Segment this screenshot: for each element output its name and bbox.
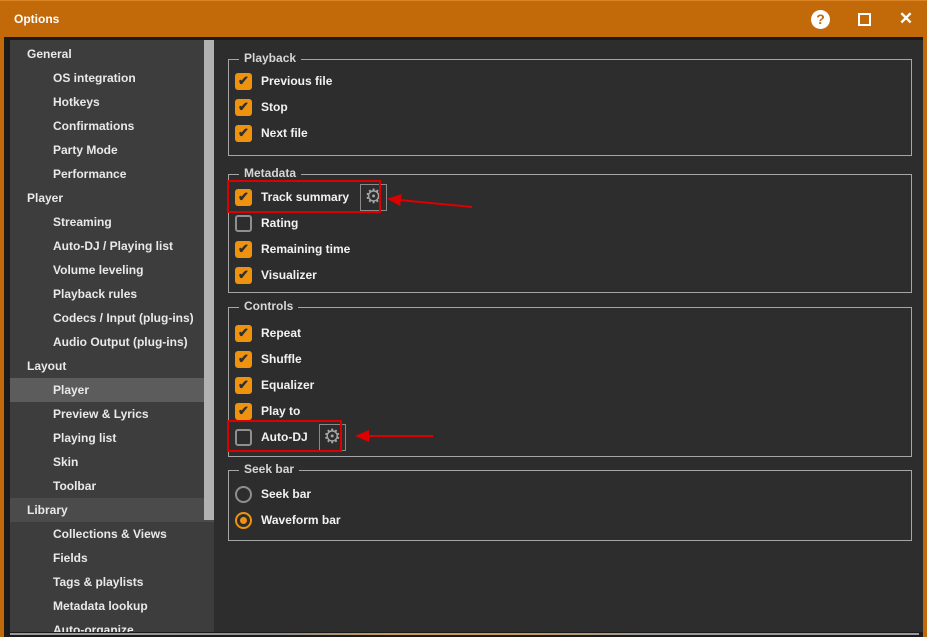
- label-auto-dj: Auto-DJ: [261, 430, 308, 444]
- sidebar-item-volume-leveling[interactable]: Volume leveling: [10, 258, 214, 282]
- sidebar-item-confirmations[interactable]: Confirmations: [10, 114, 214, 138]
- label-next-file: Next file: [261, 126, 308, 140]
- sidebar-item-tags-playlists[interactable]: Tags & playlists: [10, 570, 214, 594]
- sidebar-item-player-section[interactable]: Player: [10, 186, 214, 210]
- sidebar-item-hotkeys[interactable]: Hotkeys: [10, 90, 214, 114]
- help-icon: ?: [816, 11, 825, 27]
- window-border-left: [0, 0, 4, 637]
- sidebar-item-os-integration[interactable]: OS integration: [10, 66, 214, 90]
- row-rating: Rating: [229, 210, 911, 236]
- checkbox-auto-dj[interactable]: [235, 429, 252, 446]
- help-button[interactable]: ?: [811, 10, 830, 29]
- group-playback: Playback Previous file Stop Next file: [228, 59, 912, 156]
- row-seek-bar: Seek bar: [229, 481, 911, 507]
- label-stop: Stop: [261, 100, 288, 114]
- maximize-icon: [858, 13, 871, 26]
- checkbox-visualizer[interactable]: [235, 267, 252, 284]
- group-seek-bar-title: Seek bar: [239, 462, 299, 476]
- checkbox-equalizer[interactable]: [235, 377, 252, 394]
- sidebar-item-playback-rules[interactable]: Playback rules: [10, 282, 214, 306]
- checkbox-previous-file[interactable]: [235, 73, 252, 90]
- row-track-summary: Track summary ⚙: [229, 184, 911, 210]
- window-title: Options: [14, 12, 59, 26]
- sidebar-item-autodj-playing-list[interactable]: Auto-DJ / Playing list: [10, 234, 214, 258]
- sidebar-item-collections-views[interactable]: Collections & Views: [10, 522, 214, 546]
- sidebar-item-audio-output[interactable]: Audio Output (plug-ins): [10, 330, 214, 354]
- sidebar-item-library-section[interactable]: Library: [10, 498, 214, 522]
- sidebar-item-party-mode[interactable]: Party Mode: [10, 138, 214, 162]
- window-border-right: [923, 0, 927, 637]
- gear-icon: ⚙: [365, 187, 383, 207]
- label-track-summary: Track summary: [261, 190, 349, 204]
- row-equalizer: Equalizer: [229, 372, 911, 398]
- titlebar-buttons: ? ✕: [811, 10, 914, 29]
- settings-panel: Playback Previous file Stop Next file Me…: [214, 40, 923, 632]
- label-waveform-bar: Waveform bar: [261, 513, 341, 527]
- label-seek-bar: Seek bar: [261, 487, 311, 501]
- gear-icon: ⚙: [323, 427, 341, 447]
- row-visualizer: Visualizer: [229, 262, 911, 288]
- label-equalizer: Equalizer: [261, 378, 314, 392]
- options-nav-sidebar: General OS integration Hotkeys Confirmat…: [10, 40, 214, 632]
- auto-dj-settings-button[interactable]: ⚙: [319, 424, 346, 451]
- row-previous-file: Previous file: [229, 68, 911, 94]
- row-next-file: Next file: [229, 120, 911, 146]
- group-controls: Controls Repeat Shuffle Equalizer Play t…: [228, 307, 912, 457]
- annotation-arrow-auto-dj: [345, 430, 437, 442]
- label-play-to: Play to: [261, 404, 300, 418]
- group-metadata: Metadata Track summary ⚙ Rating Remainin…: [228, 174, 912, 293]
- checkbox-remaining-time[interactable]: [235, 241, 252, 258]
- track-summary-settings-button[interactable]: ⚙: [360, 184, 387, 211]
- close-icon: ✕: [899, 9, 913, 28]
- label-repeat: Repeat: [261, 326, 301, 340]
- sidebar-item-auto-organize[interactable]: Auto-organize: [10, 618, 214, 632]
- checkbox-next-file[interactable]: [235, 125, 252, 142]
- bottom-divider: [10, 633, 919, 635]
- label-rating: Rating: [261, 216, 298, 230]
- maximize-button[interactable]: [856, 11, 872, 27]
- row-repeat: Repeat: [229, 320, 911, 346]
- titlebar: Options ? ✕: [0, 0, 927, 37]
- close-button[interactable]: ✕: [898, 11, 914, 27]
- label-shuffle: Shuffle: [261, 352, 302, 366]
- row-waveform-bar: Waveform bar: [229, 507, 911, 533]
- sidebar-item-playing-list[interactable]: Playing list: [10, 426, 214, 450]
- label-previous-file: Previous file: [261, 74, 332, 88]
- label-remaining-time: Remaining time: [261, 242, 350, 256]
- row-stop: Stop: [229, 94, 911, 120]
- checkbox-repeat[interactable]: [235, 325, 252, 342]
- sidebar-item-general[interactable]: General: [10, 42, 214, 66]
- label-visualizer: Visualizer: [261, 268, 317, 282]
- row-auto-dj: Auto-DJ ⚙: [229, 424, 911, 450]
- radio-waveform-bar[interactable]: [235, 512, 252, 529]
- sidebar-scrollbar-thumb[interactable]: [204, 40, 214, 520]
- group-controls-title: Controls: [239, 299, 298, 313]
- radio-seek-bar[interactable]: [235, 486, 252, 503]
- sidebar-item-layout-section[interactable]: Layout: [10, 354, 214, 378]
- checkbox-shuffle[interactable]: [235, 351, 252, 368]
- group-playback-title: Playback: [239, 51, 301, 65]
- sidebar-item-metadata-lookup[interactable]: Metadata lookup: [10, 594, 214, 618]
- sidebar-item-preview-lyrics[interactable]: Preview & Lyrics: [10, 402, 214, 426]
- group-metadata-title: Metadata: [239, 166, 301, 180]
- sidebar-item-skin[interactable]: Skin: [10, 450, 214, 474]
- checkbox-rating[interactable]: [235, 215, 252, 232]
- group-seek-bar: Seek bar Seek bar Waveform bar: [228, 470, 912, 541]
- checkbox-stop[interactable]: [235, 99, 252, 116]
- sidebar-item-toolbar[interactable]: Toolbar: [10, 474, 214, 498]
- checkbox-play-to[interactable]: [235, 403, 252, 420]
- checkbox-track-summary[interactable]: [235, 189, 252, 206]
- sidebar-item-streaming[interactable]: Streaming: [10, 210, 214, 234]
- row-shuffle: Shuffle: [229, 346, 911, 372]
- sidebar-item-fields[interactable]: Fields: [10, 546, 214, 570]
- sidebar-item-codecs-input[interactable]: Codecs / Input (plug-ins): [10, 306, 214, 330]
- row-remaining-time: Remaining time: [229, 236, 911, 262]
- sidebar-item-performance[interactable]: Performance: [10, 162, 214, 186]
- row-play-to: Play to: [229, 398, 911, 424]
- sidebar-item-layout-player[interactable]: Player: [10, 378, 214, 402]
